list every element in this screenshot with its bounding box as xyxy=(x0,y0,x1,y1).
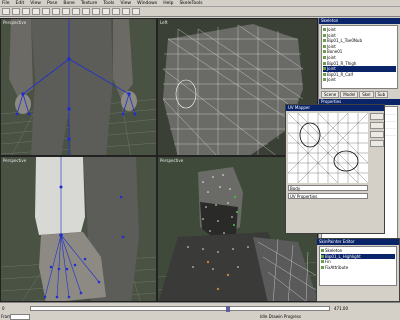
tree-item-label: Joint xyxy=(327,54,336,60)
tree-item-label: Skeleton xyxy=(325,248,343,253)
viewport-label: Perspective xyxy=(160,158,184,163)
joint-icon xyxy=(323,72,326,76)
skeleton-tree[interactable]: Joint Joint Bip01_L_Toe0Nub Joint Bone01… xyxy=(321,25,398,89)
menu-help[interactable]: Help xyxy=(163,1,173,6)
new-icon[interactable] xyxy=(2,8,10,15)
side-tabs: Scene Model Skel Sub xyxy=(319,90,400,99)
joint-icon xyxy=(321,254,324,258)
skin-window-title[interactable]: SkinPainter Editor xyxy=(317,239,399,245)
viewport-label: Perspective xyxy=(3,158,27,163)
joint-icon xyxy=(321,265,324,269)
toolbar xyxy=(0,7,400,17)
joint-icon xyxy=(323,33,326,37)
menu-view[interactable]: View xyxy=(30,1,41,6)
move-icon[interactable] xyxy=(62,8,70,15)
tree-item-label: Bip01_L_Toe0Nub xyxy=(327,38,362,44)
undo-icon[interactable] xyxy=(32,8,40,15)
wireframe-icon[interactable] xyxy=(122,8,130,15)
viewport-scene-torso xyxy=(1,19,156,155)
tree-item-label: Joint xyxy=(327,43,336,49)
menu-view-2[interactable]: View xyxy=(120,1,131,6)
tree-item-label: Joint xyxy=(327,77,336,83)
status-bar: 0 471.00 Frame Idle Drawin Progress xyxy=(0,302,400,320)
shaded-icon[interactable] xyxy=(132,8,140,15)
joint-icon xyxy=(323,67,326,71)
tree-item-label: Bip01_L_Highlight xyxy=(325,253,361,259)
tab-sub[interactable]: Sub xyxy=(374,91,389,98)
frame-count: 471.00 xyxy=(334,306,348,311)
tree-item[interactable]: FixAttribute xyxy=(321,265,395,271)
timeline-start: 0 xyxy=(2,306,5,311)
scale-icon[interactable] xyxy=(82,8,90,15)
uv-properties-field[interactable]: UV Properties xyxy=(288,193,368,199)
menu-skeletools[interactable]: SkeleTools xyxy=(179,1,202,6)
status-message: Idle Drawin Progress xyxy=(260,314,301,319)
skinpainter-window[interactable]: SkinPainter Editor Skeleton Bip01_L_High… xyxy=(316,238,400,302)
frame-input[interactable] xyxy=(10,314,30,320)
joint-icon xyxy=(323,44,326,48)
menu-file[interactable]: File xyxy=(2,1,10,6)
menubar: File Edit View Pose Bone Texture Tools V… xyxy=(0,0,400,7)
open-icon[interactable] xyxy=(12,8,20,15)
menu-windows[interactable]: Windows xyxy=(137,1,157,6)
save-icon[interactable] xyxy=(22,8,30,15)
viewport-scene-hand xyxy=(1,157,156,301)
bone-icon[interactable] xyxy=(92,8,100,15)
menu-bone[interactable]: Bone xyxy=(63,1,74,6)
uv-material-field[interactable]: Body xyxy=(288,185,368,191)
joint-icon xyxy=(323,39,326,43)
uv-window-title[interactable]: UV Mapper xyxy=(286,105,384,111)
tab-skel[interactable]: Skel xyxy=(359,91,374,98)
joint-icon xyxy=(323,61,326,65)
joint-icon xyxy=(323,78,326,82)
uv-footer: Body UV Properties xyxy=(288,185,368,233)
joint-icon xyxy=(323,55,326,59)
menu-pose[interactable]: Pose xyxy=(47,1,57,6)
rotate-icon[interactable] xyxy=(72,8,80,15)
uv-canvas[interactable] xyxy=(288,113,368,183)
tree-item[interactable]: Joint xyxy=(323,77,396,83)
tree-item-label: Joint xyxy=(327,32,336,38)
menu-edit[interactable]: Edit xyxy=(16,1,25,6)
uv-pan-button[interactable] xyxy=(370,140,384,147)
skin-tree[interactable]: Skeleton Bip01_L_Highlight Fin FixAttrib… xyxy=(319,246,397,286)
tree-item-label: Fin xyxy=(325,259,331,265)
menu-texture[interactable]: Texture xyxy=(81,1,97,6)
tree-item-label: Bip01_R_Thigh xyxy=(327,60,357,66)
joint-icon xyxy=(323,50,326,54)
uv-mapper-window[interactable]: UV Mapper Body UV Properties xyxy=(285,104,385,234)
paint-icon[interactable] xyxy=(112,8,120,15)
joint-icon xyxy=(321,249,324,252)
uv-zoom-in-button[interactable] xyxy=(370,113,384,120)
tab-scene[interactable]: Scene xyxy=(321,91,340,98)
menu-tools[interactable]: Tools xyxy=(103,1,114,6)
uv-zoom-out-button[interactable] xyxy=(370,122,384,129)
viewport-perspective-top-left[interactable]: Perspective xyxy=(0,18,157,156)
viewport-label: Perspective xyxy=(3,20,27,25)
tree-item-label: FixAttribute xyxy=(325,264,349,270)
tree-item-label: Joint xyxy=(327,66,336,72)
joint-icon xyxy=(321,260,324,264)
joint-icon[interactable] xyxy=(102,8,110,15)
uv-fit-button[interactable] xyxy=(370,131,384,138)
viewport-area: Perspective Left Perspective Perspective xyxy=(0,18,318,302)
tab-model[interactable]: Model xyxy=(340,91,359,98)
uv-wireframe xyxy=(288,113,368,183)
tree-item-label: Bone01 xyxy=(327,49,343,55)
tree-item-label: Joint xyxy=(327,27,336,32)
timeline-thumb[interactable] xyxy=(226,306,230,312)
timeline-slider[interactable] xyxy=(30,306,330,312)
viewport-label: Left xyxy=(160,20,168,25)
uv-controls xyxy=(370,113,384,149)
redo-icon[interactable] xyxy=(42,8,50,15)
skeleton-panel-title: Skeleton xyxy=(319,18,400,24)
joint-icon xyxy=(323,28,326,31)
viewport-perspective-bottom-left[interactable]: Perspective xyxy=(0,156,157,302)
tree-item-label: Bip01_R_Calf xyxy=(327,71,354,77)
select-icon[interactable] xyxy=(52,8,60,15)
